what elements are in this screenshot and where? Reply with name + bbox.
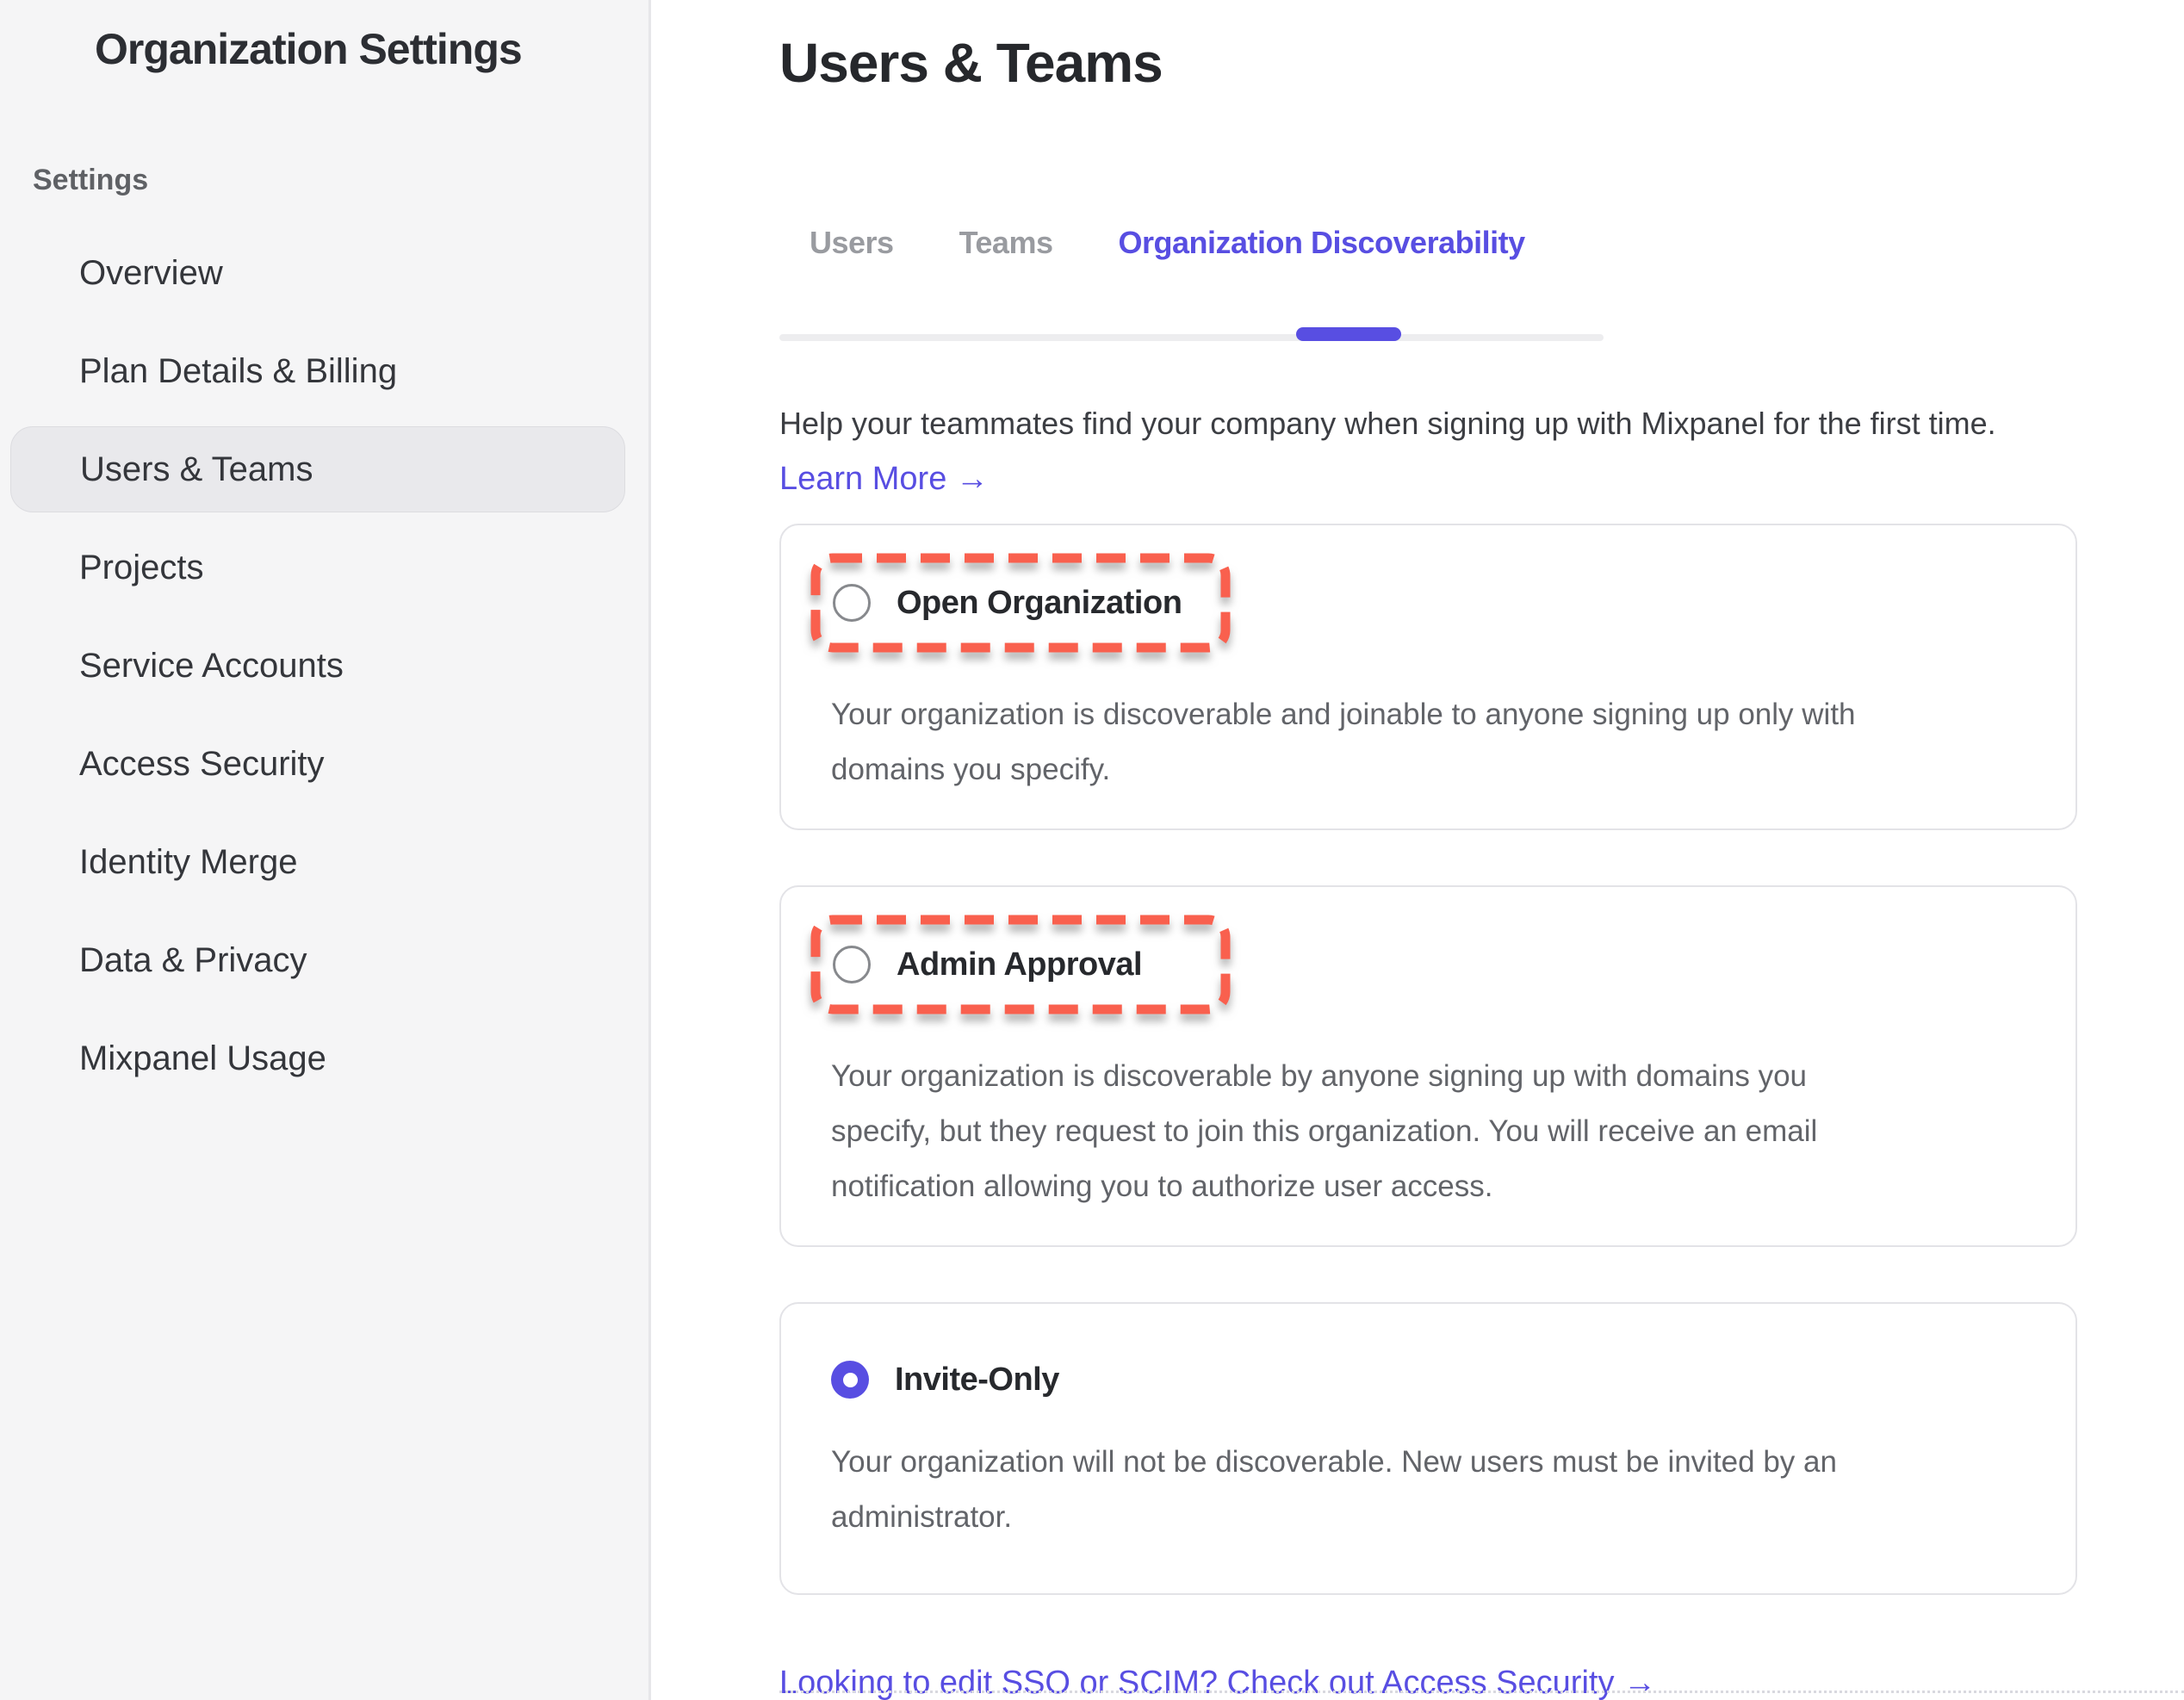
red-dashed-border (810, 553, 1231, 653)
option-description-admin-approval: Your organization is discoverable by any… (831, 1049, 2041, 1214)
organization-settings-page: Organization Settings Settings Overview … (0, 0, 2184, 1700)
option-label-invite-only: Invite-Only (895, 1362, 1059, 1399)
sidebar-item-data-privacy[interactable]: Data & Privacy (0, 911, 648, 1009)
tab-users[interactable]: Users (810, 224, 894, 262)
sidebar-nav: Overview Plan Details & Billing Users & … (0, 224, 648, 1107)
sidebar-item-overview[interactable]: Overview (0, 224, 648, 322)
option-card-admin-approval: Admin Approval Your organization is disc… (779, 885, 2077, 1247)
sidebar-item-identity-merge[interactable]: Identity Merge (0, 813, 648, 911)
annotation-highlight-open-organization: Open Organization (810, 553, 1231, 653)
description-line: administrator. (831, 1490, 2041, 1545)
sidebar-item-service-accounts[interactable]: Service Accounts (0, 617, 648, 715)
main-content: Users & Teams Users Teams Organization D… (651, 0, 2184, 1700)
sidebar-title: Organization Settings (95, 24, 648, 74)
option-card-invite-only: Invite-Only Your organization will not b… (779, 1302, 2077, 1595)
option-row-invite-only: Invite-Only (831, 1359, 2041, 1400)
page-title: Users & Teams (779, 31, 2184, 95)
access-security-link[interactable]: Looking to edit SSO or SCIM? Check out A… (779, 1660, 1656, 1700)
description-line: Your organization is discoverable and jo… (831, 687, 2041, 742)
description-line: notification allowing you to authorize u… (831, 1159, 2041, 1214)
description-line: Your organization is discoverable by any… (831, 1049, 2041, 1104)
red-dashed-border (810, 915, 1231, 1014)
active-tab-indicator (1296, 327, 1401, 341)
annotation-highlight-admin-approval: Admin Approval (810, 915, 1231, 1014)
bottom-divider (779, 1691, 2184, 1693)
description-line: domains you specify. (831, 742, 2041, 797)
sidebar-item-projects[interactable]: Projects (0, 518, 648, 617)
description-line: specify, but they request to join this o… (831, 1104, 2041, 1159)
sidebar-item-access-security[interactable]: Access Security (0, 715, 648, 813)
sidebar-item-plan-details-billing[interactable]: Plan Details & Billing (0, 322, 648, 420)
sidebar: Organization Settings Settings Overview … (0, 0, 648, 1700)
sidebar-item-users-teams[interactable]: Users & Teams (10, 426, 625, 512)
option-description-open-organization: Your organization is discoverable and jo… (831, 687, 2041, 797)
option-card-open-organization: Open Organization Your organization is d… (779, 524, 2077, 830)
tab-rail (779, 334, 1604, 341)
description-line: Your organization will not be discoverab… (831, 1435, 2041, 1490)
tab-organization-discoverability[interactable]: Organization Discoverability (1118, 224, 1524, 262)
sidebar-item-mixpanel-usage[interactable]: Mixpanel Usage (0, 1009, 648, 1107)
intro-text: Help your teammates find your company wh… (779, 401, 2184, 446)
learn-more-link[interactable]: Learn More → (779, 456, 989, 501)
tab-bar: Users Teams Organization Discoverability (779, 224, 2184, 341)
sidebar-section-label: Settings (33, 164, 648, 197)
radio-invite-only[interactable] (831, 1361, 869, 1399)
tab-teams[interactable]: Teams (959, 224, 1053, 262)
option-description-invite-only: Your organization will not be discoverab… (831, 1435, 2041, 1545)
